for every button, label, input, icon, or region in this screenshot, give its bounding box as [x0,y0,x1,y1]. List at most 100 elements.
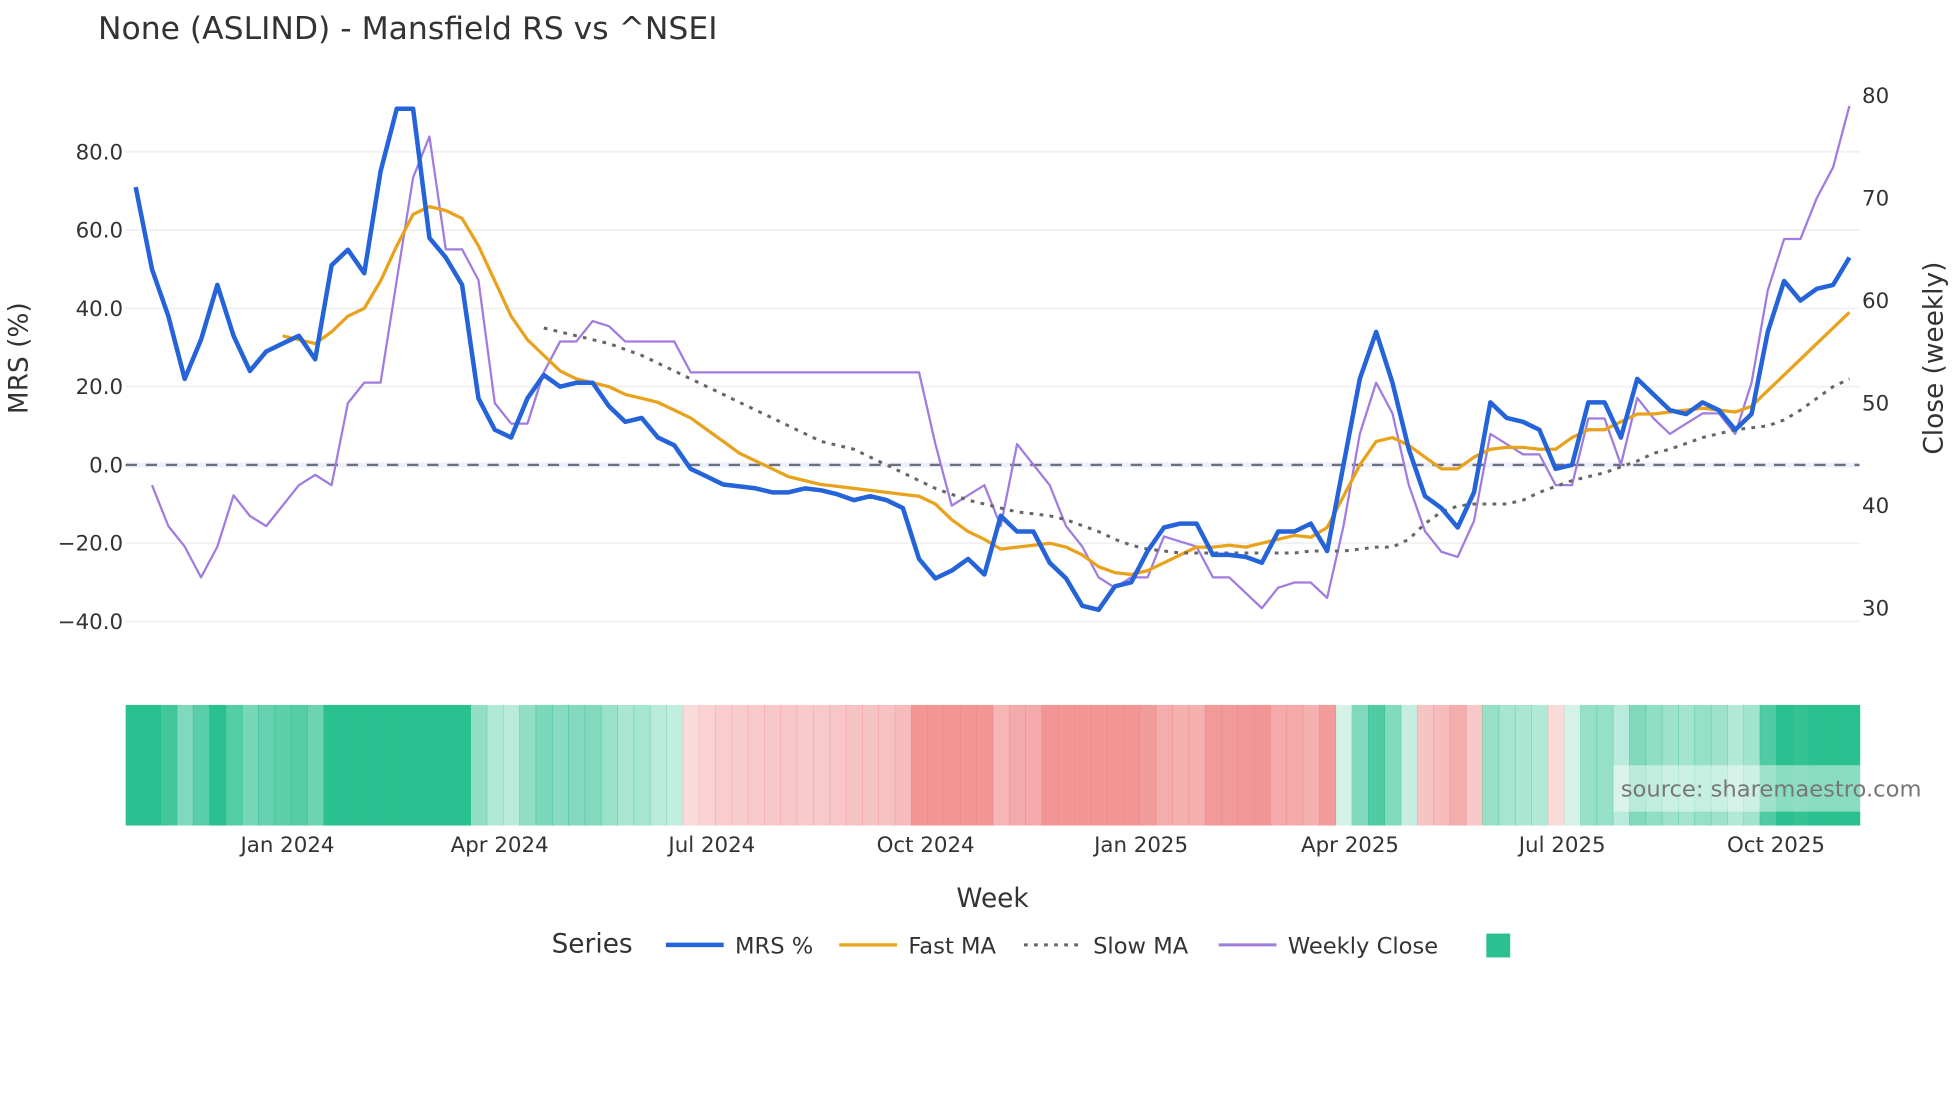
heatmap-cell [943,704,961,826]
heatmap-cell [1123,704,1141,826]
heatmap-cell [1449,704,1467,826]
mansfield-rs-chart: None (ASLIND) - Mansfield RS vs ^NSEI −4… [5,11,1950,960]
heatmap-cell [143,704,161,826]
heatmap-cell [274,704,292,826]
heatmap-cell [1384,704,1402,826]
legend-heatmap-swatch [1486,933,1511,958]
heatmap-cell [1155,704,1173,826]
x-tick-label: Apr 2025 [1301,833,1399,858]
legend-item-label: Weekly Close [1288,934,1438,960]
heatmap-strip [125,704,1861,826]
heatmap-cell [1172,704,1190,826]
heatmap-cell [453,704,472,826]
heatmap-cell [502,704,520,826]
heatmap-cell [486,704,504,826]
y2-tick-label: 70 [1862,187,1889,212]
heatmap-cell [813,704,831,826]
heatmap-cell [192,704,210,826]
heatmap-cell [992,704,1010,826]
y-tick-label: 80.0 [76,140,124,165]
heatmap-cell [470,704,488,826]
heatmap-cell [1563,704,1581,826]
x-tick-label: Oct 2025 [1727,833,1825,858]
heatmap-cell [437,704,455,826]
heatmap-cell [1237,704,1255,826]
legend-item-label: MRS % [735,934,813,960]
x-tick-label: Jul 2025 [1517,833,1606,858]
heatmap-cell [1270,704,1288,826]
heatmap-cell [1074,704,1092,826]
heatmap-cell [1367,704,1386,826]
chart-title: None (ASLIND) - Mansfield RS vs ^NSEI [98,11,717,47]
series-line-mrs [133,106,1852,613]
heatmap-cell [1302,704,1320,826]
series-line-weekly-close [150,105,1851,610]
y2-tick-label: 50 [1862,392,1889,417]
heatmap-cell [1465,704,1483,826]
series-line-fast-ma [282,204,1851,577]
y-axis-ticks: −40.0 −20.0 0.0 20.0 40.0 60.0 80.0 [58,140,123,635]
heatmap-cell [1547,704,1565,826]
heatmap-cell [584,704,602,826]
heatmap-cell [1025,704,1043,826]
heatmap-cell [1253,704,1271,826]
x-tick-label: Jan 2024 [238,833,334,858]
y2-tick-label: 60 [1862,289,1889,314]
heatmap-cell [404,704,423,826]
heatmap-cell [1057,704,1075,826]
x-tick-label: Oct 2024 [877,833,975,858]
y-tick-label: 60.0 [76,219,124,244]
heatmap-cell [1204,704,1222,826]
heatmap-cell [551,704,569,826]
heatmap-cell [1318,704,1337,826]
heatmap-cell [176,704,194,826]
x-tick-label: Jan 2025 [1092,833,1188,858]
heatmap-cell [649,704,667,826]
y-tick-label: 0.0 [89,453,123,478]
legend-item-label: Slow MA [1093,934,1189,960]
heatmap-cell [976,704,994,826]
heatmap-cell [878,704,896,826]
heatmap-cell [861,704,880,826]
heatmap-cell [1514,704,1532,826]
heatmap-cell [1596,704,1614,826]
heatmap-cell [1188,704,1206,826]
heatmap-cell [1286,704,1304,826]
x-tick-label: Jul 2024 [666,833,755,858]
heatmap-cell [209,704,227,826]
heatmap-cell [372,704,390,826]
heatmap-cell [666,704,684,826]
series-line-slow-ma [543,326,1851,555]
heatmap-cell [421,704,439,826]
heatmap-cell [356,704,374,826]
heatmap-cell [682,704,700,826]
x-axis-ticks: Jan 2024 Apr 2024 Jul 2024 Oct 2024 Jan 2025… [238,833,1825,858]
heatmap-cell [1433,704,1451,826]
y-tick-label: −20.0 [58,532,123,557]
heatmap-cell [307,704,325,826]
heatmap-cell [125,704,145,826]
x-axis-title: Week [956,884,1029,914]
heatmap-cell [339,704,357,826]
heatmap-cell [829,704,847,826]
heatmap-cell [600,704,618,826]
heatmap-cell [1008,704,1026,826]
y2-tick-label: 30 [1862,597,1889,622]
heatmap-cell [1221,704,1239,826]
heatmap-cell [1482,704,1500,826]
heatmap-cell [698,704,716,826]
heatmap-cell [845,704,863,826]
heatmap-cell [796,704,814,826]
heatmap-cell [388,704,406,826]
heatmap-cell [1351,704,1369,826]
heatmap-cell [894,704,912,826]
y-tick-label: 20.0 [76,375,124,400]
heatmap-cell [258,704,276,826]
heatmap-cell [633,704,651,826]
heatmap-cell [731,704,749,826]
heatmap-cell [959,704,977,826]
heatmap-cell [927,704,945,826]
heatmap-cell [715,704,733,826]
heatmap-cell [1400,704,1418,826]
heatmap-cell [1041,704,1059,826]
